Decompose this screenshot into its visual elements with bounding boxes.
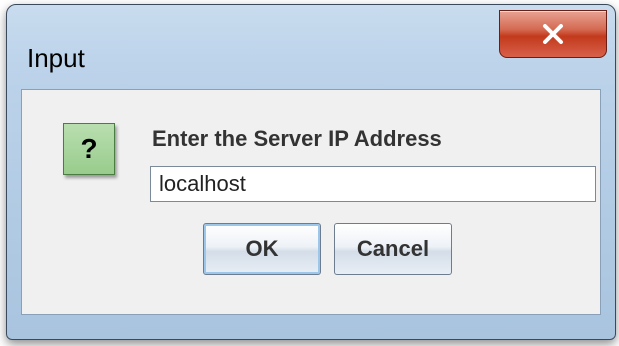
window-title: Input <box>27 43 85 73</box>
server-ip-input[interactable] <box>150 166 596 202</box>
input-dialog-window: Input ? Enter the Server IP Address OK C… <box>6 4 616 340</box>
ok-button[interactable]: OK <box>203 223 321 275</box>
title-bar[interactable]: Input <box>7 5 615 89</box>
cancel-button[interactable]: Cancel <box>334 223 452 275</box>
close-button[interactable] <box>499 10 607 58</box>
prompt-label: Enter the Server IP Address <box>152 126 442 151</box>
question-icon: ? <box>63 123 115 175</box>
close-icon <box>542 24 564 44</box>
dialog-content: ? Enter the Server IP Address OK Cancel <box>21 89 601 315</box>
